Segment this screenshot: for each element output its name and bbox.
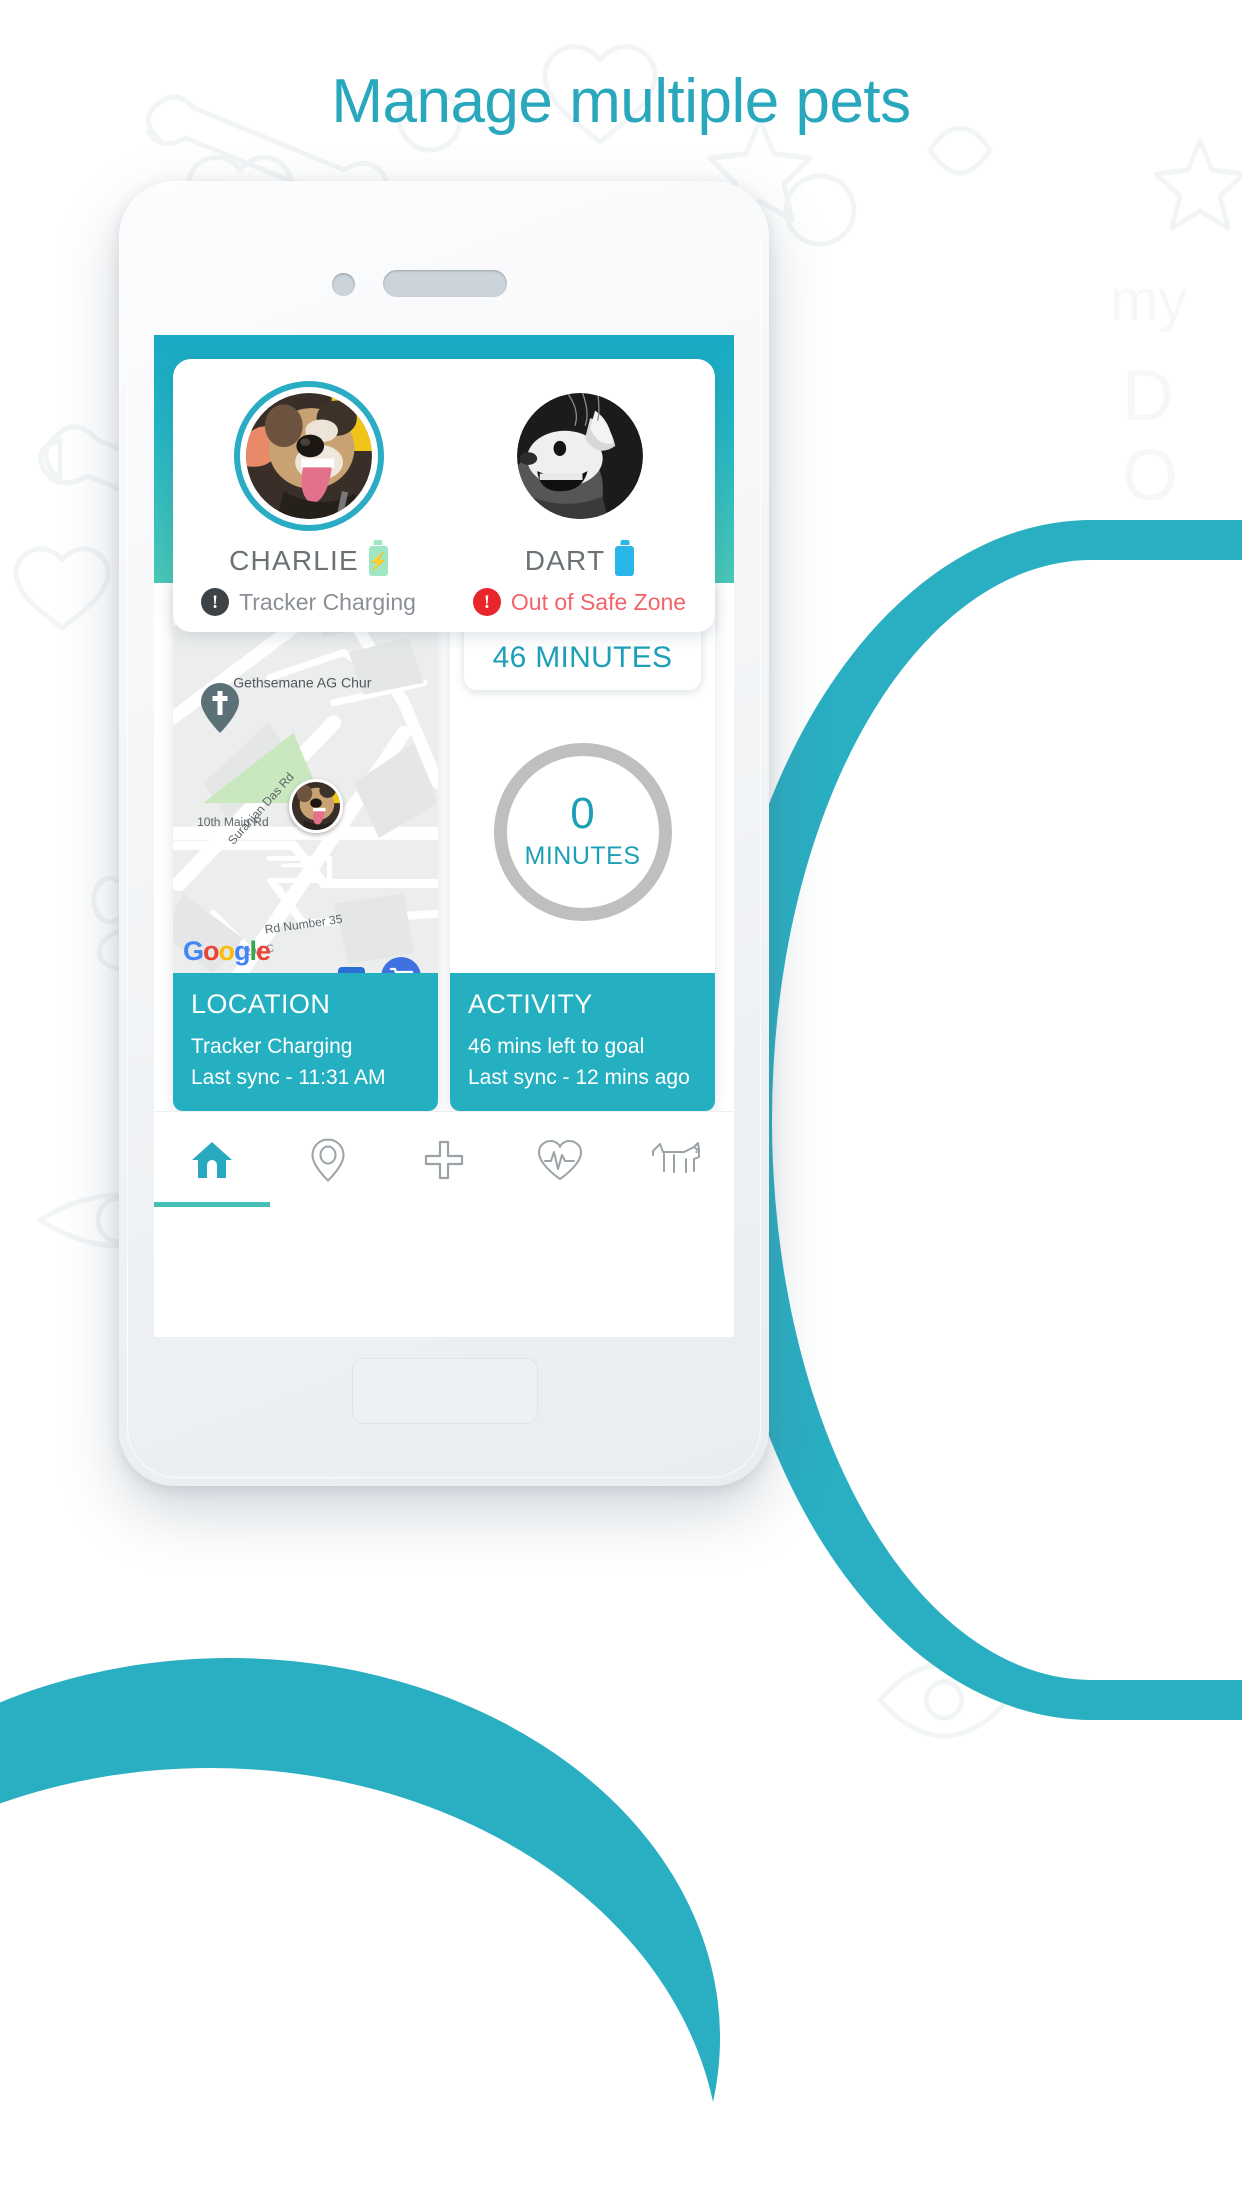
- phone-home-button[interactable]: [352, 1358, 538, 1424]
- location-line-1: Tracker Charging: [191, 1035, 353, 1059]
- activity-minutes-value: 0: [570, 789, 595, 839]
- status-badge: !: [201, 588, 230, 616]
- plus-icon: [424, 1140, 464, 1179]
- dashboard-panels: Suranjan Das Rd 10th Main Rd Rd Number 3…: [154, 583, 734, 1111]
- pet-status-row: ! Tracker Charging: [173, 588, 444, 616]
- phone-camera-icon: [332, 273, 355, 296]
- phone-mockup: Home: [119, 181, 769, 1486]
- google-attribution: Google: [183, 936, 271, 967]
- activity-ring-wrap: 0 MINUTES: [450, 690, 715, 973]
- avatar-ring: [505, 381, 655, 531]
- location-line-2: Last sync - 11:31 AM: [191, 1065, 386, 1089]
- map-view[interactable]: Suranjan Das Rd 10th Main Rd Rd Number 3…: [173, 583, 438, 974]
- pet-name-row: CHARLIE ⚡: [173, 545, 444, 577]
- battery-full-icon: [615, 546, 635, 576]
- pet-status-text: Tracker Charging: [239, 588, 416, 615]
- svg-text:O: O: [1122, 436, 1178, 516]
- activity-minutes-unit: MINUTES: [524, 842, 641, 871]
- activity-line-2: Last sync - 12 mins ago: [468, 1065, 690, 1089]
- location-panel[interactable]: Suranjan Das Rd 10th Main Rd Rd Number 3…: [173, 583, 438, 1111]
- svg-text:10th Main Rd: 10th Main Rd: [197, 815, 269, 829]
- map-pin-icon: [311, 1137, 345, 1182]
- map-graphic: Suranjan Das Rd 10th Main Rd Rd Number 3…: [173, 583, 438, 974]
- pet-name-row: DART: [444, 545, 715, 577]
- activity-line-1: 46 mins left to goal: [468, 1035, 645, 1059]
- church-marker-icon: [201, 683, 239, 733]
- activity-panel[interactable]: Goal 46 MINUTES 0 MINUTES ACTIVITY 46 mi…: [450, 583, 715, 1111]
- shopping-marker-icon: [381, 957, 421, 974]
- app-screen: Home: [154, 335, 734, 1337]
- svg-text:my: my: [1110, 268, 1187, 333]
- svg-text:Gethsemane AG Chur: Gethsemane AG Chur: [233, 675, 372, 691]
- avatar: [245, 393, 372, 519]
- active-tab-indicator: [154, 1202, 270, 1207]
- status-badge-alert: !: [472, 588, 501, 616]
- goal-value: 46 MINUTES: [492, 641, 673, 674]
- pet-name: CHARLIE: [229, 545, 359, 576]
- location-tile-footer: LOCATION Tracker Charging Last sync - 11…: [173, 973, 438, 1111]
- nav-item-location[interactable]: [270, 1112, 386, 1207]
- pet-item-charlie[interactable]: CHARLIE ⚡ ! Tracker Charging: [173, 381, 444, 616]
- nav-item-home[interactable]: [154, 1112, 270, 1207]
- pet-selector-card: CHARLIE ⚡ ! Tracker Charging DART ! Out …: [173, 359, 715, 632]
- bolt-glyph: ⚡: [367, 551, 389, 571]
- avatar: [516, 393, 643, 519]
- svg-text:D: D: [1122, 356, 1174, 436]
- pets-band: CHARLIE ⚡ ! Tracker Charging DART ! Out …: [154, 359, 734, 632]
- location-title: LOCATION: [191, 989, 331, 1020]
- pet-status-text: Out of Safe Zone: [510, 588, 687, 615]
- dog-icon: [652, 1141, 700, 1173]
- nav-item-pets[interactable]: [618, 1112, 734, 1207]
- pet-location-marker[interactable]: [289, 779, 343, 833]
- pets-row: CHARLIE ⚡ ! Tracker Charging DART ! Out …: [173, 381, 715, 616]
- avatar-ring-selected: [233, 381, 384, 531]
- pet-item-dart[interactable]: DART ! Out of Safe Zone: [444, 381, 715, 616]
- battery-charging-icon: ⚡: [367, 546, 389, 576]
- nav-item-health[interactable]: [502, 1112, 618, 1207]
- activity-tile-footer: ACTIVITY 46 mins left to goal Last sync …: [450, 973, 715, 1111]
- promo-headline: Manage multiple pets: [331, 67, 911, 136]
- pet-status-row: ! Out of Safe Zone: [444, 588, 715, 616]
- nav-item-add[interactable]: [386, 1112, 502, 1207]
- bus-stop-icon: [338, 967, 365, 974]
- pet-name: DART: [524, 545, 606, 576]
- home-icon: [192, 1141, 232, 1178]
- bottom-navigation: [154, 1111, 734, 1207]
- activity-progress-ring: 0 MINUTES: [493, 742, 672, 921]
- heart-pulse-icon: [537, 1139, 583, 1180]
- phone-speaker: [383, 270, 507, 297]
- activity-title: ACTIVITY: [468, 989, 593, 1020]
